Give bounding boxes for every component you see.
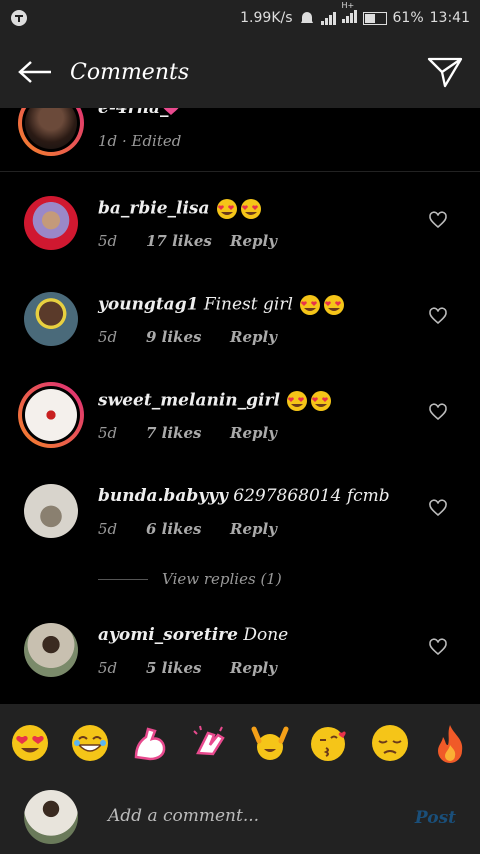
likes-count[interactable]: 6 likes [146,520,230,538]
heart-eyes-emoji-icon [215,199,263,219]
list-item: sweet_melanin_girl 5d 7 likes Reply [0,380,480,476]
likes-count[interactable]: 9 likes [146,328,230,346]
list-item: ba_rbie_lisa 5d 17 likes Reply [0,188,480,284]
comment-input[interactable]: Add a comment... [108,806,259,826]
comment-time: 5d [98,520,118,538]
meta-separator: · [121,132,127,150]
comment-username[interactable]: ayomi_soretire [98,625,238,645]
like-heart-icon[interactable] [428,637,448,657]
comment-text: sweet_melanin_girl [98,390,333,412]
network-speed: 1.99K/s [240,10,293,26]
reply-button[interactable]: Reply [230,424,277,442]
comment-meta: 5d 7 likes Reply [98,424,277,442]
alarm-icon [300,12,313,23]
raising-hands-icon[interactable] [250,723,290,763]
reply-button[interactable]: Reply [230,232,277,250]
comment-meta: 1d · Edited [98,132,181,150]
likes-count[interactable]: 7 likes [146,424,230,442]
comment-composer: Add a comment... Post [0,782,480,854]
like-heart-icon[interactable] [428,210,448,230]
reply-button[interactable]: Reply [230,328,277,346]
comment-body: Finest girl [203,294,293,315]
avatar[interactable] [24,292,78,346]
joy-icon[interactable] [70,723,110,763]
comment-username[interactable]: sweet_melanin_girl [98,391,280,411]
comment-time: 5d [98,659,118,677]
comment-meta: 5d 5 likes Reply [98,659,277,677]
emoji-quick-bar [0,704,480,782]
comment-text: youngtag1 Finest girl [98,294,346,316]
like-heart-icon[interactable] [428,306,448,326]
comment-text: ayomi_soretire Done [98,625,288,645]
replies-line [98,578,148,580]
comment-time: 5d [98,232,118,250]
avatar[interactable] [24,196,78,250]
fire-icon[interactable] [430,723,470,763]
heart-eyes-emoji-icon [298,295,346,315]
heart-emoji-icon [163,108,179,115]
clapping-hands-icon[interactable] [190,723,230,763]
battery-icon [362,11,387,25]
list-item: bunda.babyyy 6297868014 fcmb 5d 6 likes … [0,476,480,572]
comment-text: bunda.babyyy 6297868014 fcmb [98,486,390,506]
avatar[interactable] [24,623,78,677]
send-icon [427,57,463,88]
app-notification-icon [11,10,27,26]
likes-count[interactable]: 5 likes [146,659,230,677]
post-button[interactable]: Post [415,808,456,828]
divider [0,171,480,172]
reply-button[interactable]: Reply [230,659,277,677]
comment-time: 5d [98,328,118,346]
comment-body: 6297868014 fcmb [233,486,390,506]
comment-meta: 5d 17 likes Reply [98,232,277,250]
comment-text: ba_rbie_lisa [98,198,263,220]
edited-label: Edited [131,132,182,150]
current-user-avatar [24,790,78,844]
view-replies-button[interactable]: View replies (1) [98,570,282,588]
heart-eyes-icon[interactable] [10,723,50,763]
like-heart-icon[interactable] [428,402,448,422]
list-item: youngtag1 Finest girl 5d 9 likes Reply [0,284,480,380]
view-replies-label: View replies (1) [162,570,282,588]
battery-percent: 61% [392,10,424,26]
likes-count[interactable]: 17 likes [146,232,230,250]
comment-username[interactable]: ba_rbie_lisa [98,199,210,219]
list-item: ayomi_soretire Done 5d 5 likes Reply [0,615,480,704]
clock: 13:41 [429,10,470,26]
kissing-heart-icon[interactable] [310,723,350,763]
list-item: e-4rna_ 1d · Edited [0,108,480,172]
comment-list[interactable]: e-4rna_ 1d · Edited ba_rbie_lisa 5d 17 l… [0,108,480,704]
like-heart-icon[interactable] [428,498,448,518]
avatar[interactable] [25,389,77,441]
reply-button[interactable]: Reply [230,520,277,538]
back-button[interactable] [0,36,70,108]
signal-hplus-icon: H+ [341,1,357,27]
network-type-label: H+ [341,1,355,10]
comment-meta: 5d 9 likes Reply [98,328,277,346]
comment-username[interactable]: youngtag1 [98,295,198,315]
comment-username[interactable]: e-4rna_ [98,108,169,118]
comment-body: Done [243,625,289,645]
comment-time: 1d [98,132,118,150]
arrow-left-icon [18,61,51,83]
flexed-biceps-icon[interactable] [130,723,170,763]
comment-time: 5d [98,424,118,442]
pensive-face-icon[interactable] [370,723,410,763]
avatar[interactable] [24,484,78,538]
comment-meta: 5d 6 likes Reply [98,520,277,538]
heart-eyes-emoji-icon [285,391,333,411]
signal-icon [320,11,336,25]
share-button[interactable] [410,36,480,108]
page-title: Comments [70,59,190,85]
top-bar: Comments [0,36,480,108]
status-bar: 1.99K/s H+ 61% 13:41 [0,0,480,36]
comment-username[interactable]: bunda.babyyy [98,486,228,506]
